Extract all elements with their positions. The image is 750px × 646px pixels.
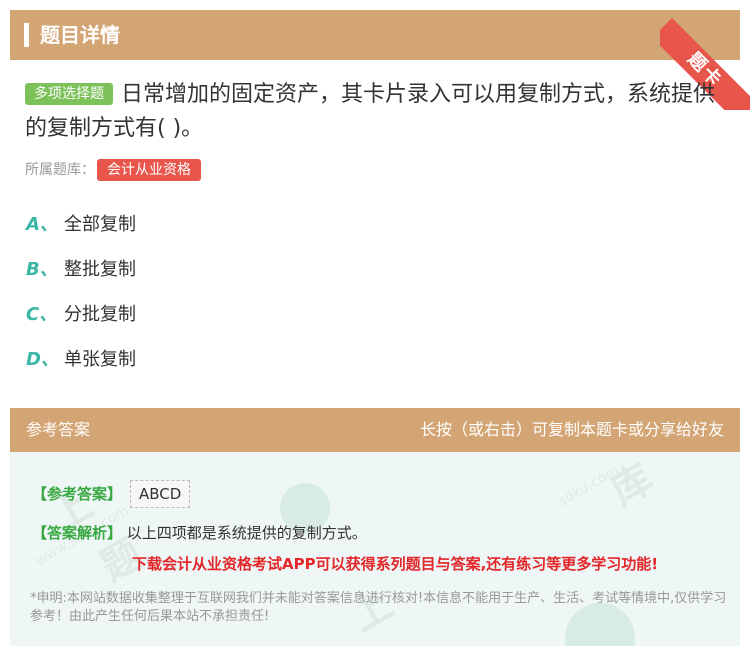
option-d[interactable]: D、 单张复制 <box>26 347 136 373</box>
bank-label: 所属题库： <box>25 162 95 178</box>
option-letter: A、 <box>26 214 58 235</box>
question-text: 日常增加的固定资产，其卡片录入可以用复制方式，系统提供的复制方式有( )。 <box>25 82 716 141</box>
analysis-label: 【答案解析】 <box>32 524 123 542</box>
option-text: 整批复制 <box>64 259 136 280</box>
question-bank: 所属题库： 会计从业资格 <box>25 158 201 182</box>
disclaimer: *申明:本网站数据收集整理于互联网我们并未能对答案信息进行核对!本信息不能用于生… <box>30 591 727 624</box>
question-type-badge: 多项选择题 <box>25 83 113 105</box>
bank-badge[interactable]: 会计从业资格 <box>97 159 201 181</box>
option-text: 单张复制 <box>64 349 136 370</box>
answer-header: 参考答案 长按（或右击）可复制本题卡或分享给好友 <box>10 408 740 452</box>
analysis-text: 以上四项都是系统提供的复制方式。 <box>126 524 367 542</box>
answer-section-title: 参考答案 <box>26 420 91 439</box>
question-stem: 多项选择题 日常增加的固定资产，其卡片录入可以用复制方式，系统提供的复制方式有( … <box>25 78 725 146</box>
option-c[interactable]: C、 分批复制 <box>26 302 136 328</box>
option-text: 分批复制 <box>64 304 136 325</box>
option-b[interactable]: B、 整批复制 <box>26 257 136 283</box>
answer-row: 【参考答案】 ABCD <box>32 480 191 508</box>
option-a[interactable]: A、 全部复制 <box>26 212 136 238</box>
share-hint: 长按（或右击）可复制本题卡或分享给好友 <box>419 420 724 439</box>
analysis-row: 【答案解析】 以上四项都是系统提供的复制方式。 <box>32 522 367 544</box>
option-text: 全部复制 <box>64 214 136 235</box>
option-letter: D、 <box>26 349 59 370</box>
answer-panel: 上 题 库 上 sdku.com www.sdku.com 参考答案 长按（或右… <box>10 408 740 646</box>
answer-label: 【参考答案】 <box>32 485 123 503</box>
option-letter: C、 <box>26 304 58 325</box>
page-title: 题目详情 <box>40 23 120 47</box>
header-accent-bar <box>24 23 29 47</box>
option-letter: B、 <box>26 259 58 280</box>
answer-value[interactable]: ABCD <box>130 480 191 508</box>
app-promo-link[interactable]: 下载会计从业资格考试APP可以获得系列题目与答案,还有练习等更多学习功能! <box>132 553 658 575</box>
top-header: 题目详情 <box>10 10 740 60</box>
